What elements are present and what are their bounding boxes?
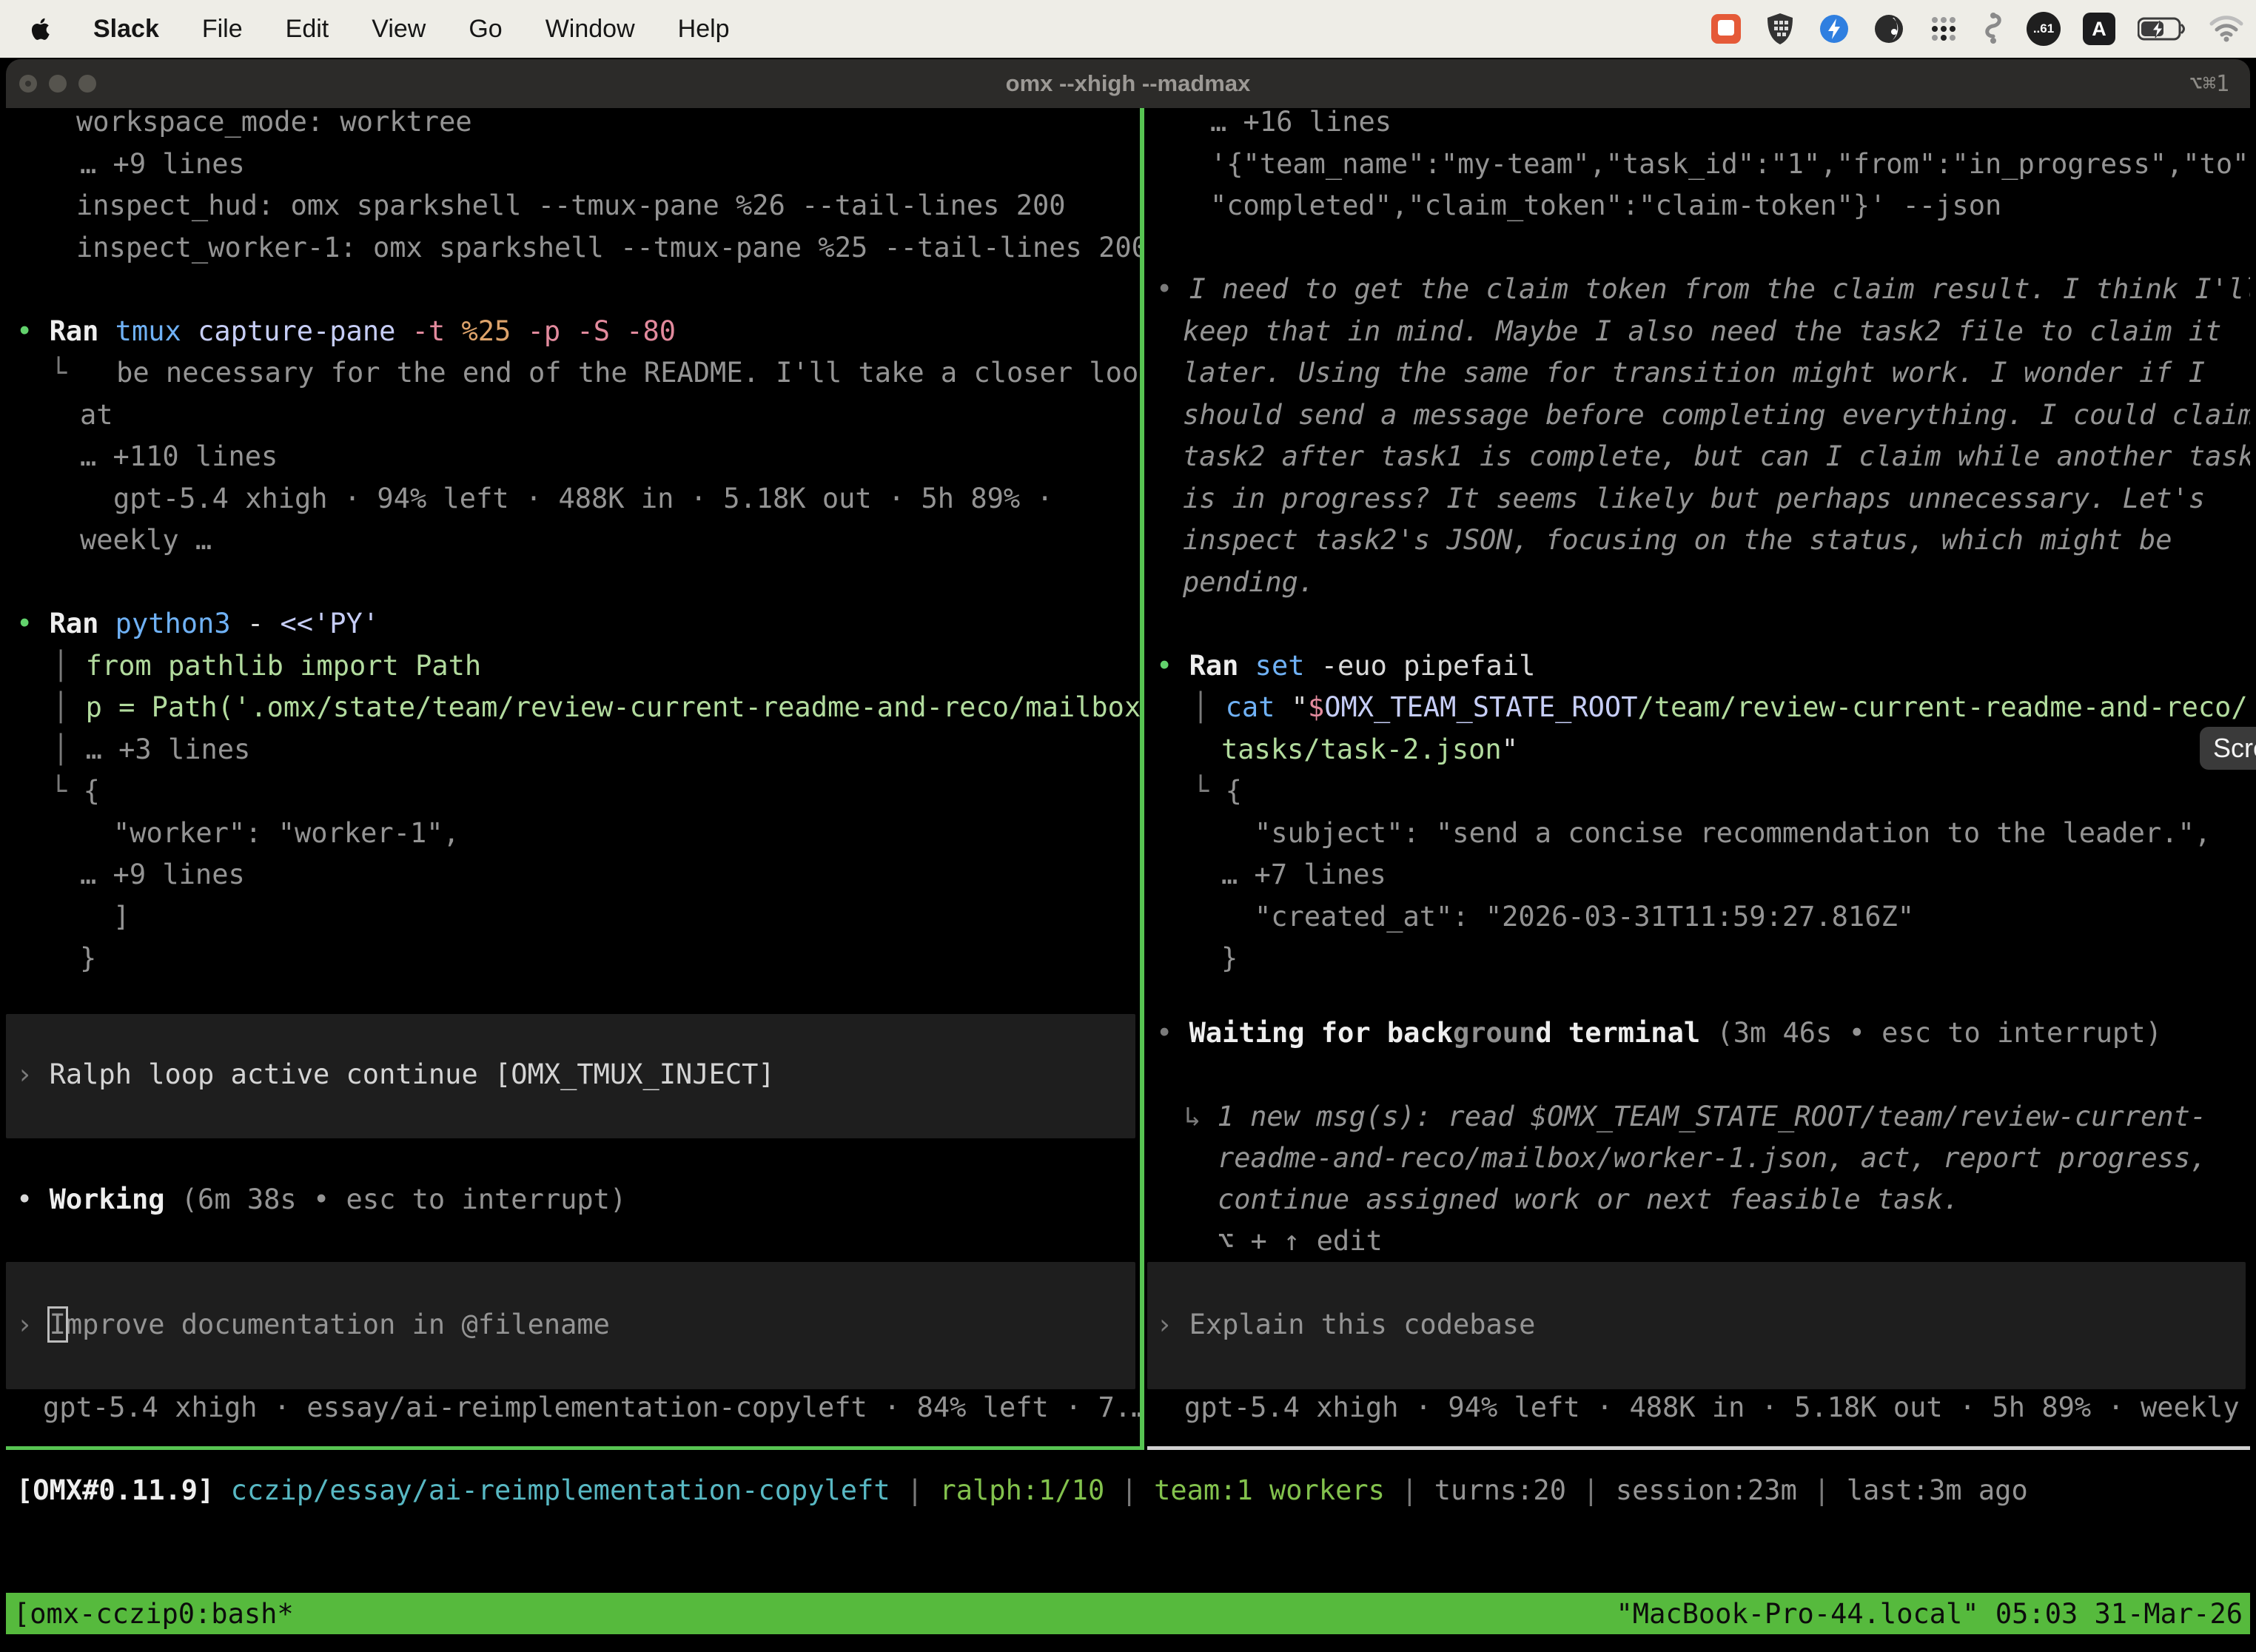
terminal-line: '{"team_name":"my-team","task_id":"1","f… xyxy=(1210,144,2250,185)
wifi-icon[interactable] xyxy=(2209,15,2244,43)
terminal-line: │ … +3 lines xyxy=(53,729,250,770)
terminal-line: workspace_mode: worktree xyxy=(76,108,472,143)
terminal-line: weekly … xyxy=(80,520,212,561)
terminal-line: inspect_worker-1: omx sparkshell --tmux-… xyxy=(76,227,1140,269)
squiggle-icon[interactable] xyxy=(1982,11,2004,47)
terminal-line: › Improve documentation in @filename xyxy=(16,1304,610,1346)
dots-grid-icon[interactable] xyxy=(1927,13,1960,45)
terminal-line: ⌥ + ↑ edit xyxy=(1218,1220,1383,1262)
terminal-line: … +9 lines xyxy=(80,854,245,896)
orange-chat-icon[interactable] xyxy=(1710,13,1742,45)
terminal-line: └ be necessary for the end of the README… xyxy=(50,352,1140,394)
terminal-line: at xyxy=(80,394,113,436)
terminal-line: gpt-5.4 xhigh · 94% left · 488K in · 5.1… xyxy=(113,478,1053,520)
terminal-line: continue assigned work or next feasible … xyxy=(1218,1179,1959,1220)
tmux-status-bar: [omx-cczip0:bash* "MacBook-Pro-44.local"… xyxy=(6,1593,2250,1634)
terminal-line: │ cat "$OMX_TEAM_STATE_ROOT/team/review-… xyxy=(1192,687,2248,728)
terminal-line: should send a message before completing … xyxy=(1183,394,2250,436)
terminal-line: • I need to get the claim token from the… xyxy=(1156,269,2250,310)
terminal-line: "completed","claim_token":"claim-token"}… xyxy=(1210,185,2001,226)
menu-file[interactable]: File xyxy=(202,15,243,44)
terminal-line: › Ralph loop active continue [OMX_TMUX_I… xyxy=(16,1054,775,1095)
terminal-line: "worker": "worker-1", xyxy=(113,813,460,854)
usage-61-icon[interactable]: ..61 xyxy=(2027,12,2061,46)
left-pane-border xyxy=(6,1446,1140,1450)
shield-grid-icon[interactable] xyxy=(1765,12,1796,46)
terminal-line: • Working (6m 38s • esc to interrupt) xyxy=(16,1179,626,1220)
dark-crescent-icon[interactable] xyxy=(1873,13,1905,45)
terminal-line: ↳ 1 new msg(s): read $OMX_TEAM_STATE_ROO… xyxy=(1184,1096,2206,1138)
screen-overlay-badge[interactable]: Scre xyxy=(2200,727,2256,770)
terminal-line: inspect task2's JSON, focusing on the st… xyxy=(1183,520,2172,561)
terminal-line: … +9 lines xyxy=(80,144,245,185)
terminal-line: • Ran tmux capture-pane -t %25 -p -S -80 xyxy=(16,311,676,352)
terminal-line: … +110 lines xyxy=(80,436,278,477)
terminal-line: gpt-5.4 xhigh · essay/ai-reimplementatio… xyxy=(43,1387,1140,1428)
terminal-line: └ { xyxy=(1192,770,1242,812)
menu-window[interactable]: Window xyxy=(545,15,635,44)
terminal-line: inspect_hud: omx sparkshell --tmux-pane … xyxy=(76,185,1066,226)
tmux-session-name: [omx-cczip0:bash* xyxy=(13,1598,294,1630)
menubar-status-icons: ..61 A xyxy=(1710,11,2244,47)
pane-divider[interactable] xyxy=(1140,108,1144,1450)
right-terminal-pane[interactable]: … +16 lines'{"team_name":"my-team","task… xyxy=(1147,108,2250,1449)
terminal-line: … +7 lines xyxy=(1221,854,1386,896)
terminal-line: task2 after task1 is complete, but can I… xyxy=(1183,436,2250,477)
terminal-line: │ from pathlib import Path xyxy=(53,645,481,687)
menu-go[interactable]: Go xyxy=(469,15,502,44)
terminal-line: • Waiting for background terminal (3m 46… xyxy=(1156,1013,2162,1054)
battery-icon[interactable] xyxy=(2138,16,2186,41)
terminal-line: pending. xyxy=(1183,562,1315,603)
window-title-bar[interactable]: omx --xhigh --madmax ⌥⌘1 xyxy=(6,59,2250,108)
menu-view[interactable]: View xyxy=(372,15,426,44)
left-terminal-pane[interactable]: workspace_mode: worktree… +9 linesinspec… xyxy=(6,108,1140,1449)
terminal-line: ] xyxy=(113,896,130,938)
menu-help[interactable]: Help xyxy=(678,15,730,44)
terminal-line: } xyxy=(80,938,96,979)
terminal-line: • Ran set -euo pipefail xyxy=(1156,645,1535,687)
terminal-line: tasks/task-2.json" xyxy=(1221,729,1518,770)
terminal-line: gpt-5.4 xhigh · 94% left · 488K in · 5.1… xyxy=(1184,1387,2250,1428)
terminal-line: keep that in mind. Maybe I also need the… xyxy=(1183,311,2221,352)
apple-menu-icon[interactable] xyxy=(28,16,55,42)
terminal-line: └ { xyxy=(50,770,100,812)
menu-app-name[interactable]: Slack xyxy=(93,15,159,44)
window-shortcut-hint: ⌥⌘1 xyxy=(2189,59,2229,108)
blue-bolt-icon[interactable] xyxy=(1818,13,1850,45)
terminal-line: is in progress? It seems likely but perh… xyxy=(1183,478,2205,520)
menu-edit[interactable]: Edit xyxy=(286,15,329,44)
terminal-line: } xyxy=(1221,938,1238,979)
terminal-line: later. Using the same for transition mig… xyxy=(1183,352,2205,394)
terminal-line: │ p = Path('.omx/state/team/review-curre… xyxy=(53,687,1140,728)
terminal-line: "created_at": "2026-03-31T11:59:27.816Z" xyxy=(1255,896,1914,938)
terminal-line: … +16 lines xyxy=(1210,108,1391,143)
macos-menu-bar: Slack File Edit View Go Window Help xyxy=(0,0,2256,58)
right-pane-border xyxy=(1147,1446,2250,1450)
terminal-line: "subject": "send a concise recommendatio… xyxy=(1255,813,2211,854)
terminal-line: › Explain this codebase xyxy=(1156,1304,1535,1346)
terminal-line: • Ran python3 - <<'PY' xyxy=(16,603,379,645)
terminal-line: readme-and-reco/mailbox/worker-1.json, a… xyxy=(1218,1138,2207,1179)
tmux-host-clock: "MacBook-Pro-44.local" 05:03 31-Mar-26 xyxy=(1617,1598,2243,1630)
input-source-icon[interactable]: A xyxy=(2083,13,2115,45)
window-title: omx --xhigh --madmax xyxy=(6,59,2250,108)
